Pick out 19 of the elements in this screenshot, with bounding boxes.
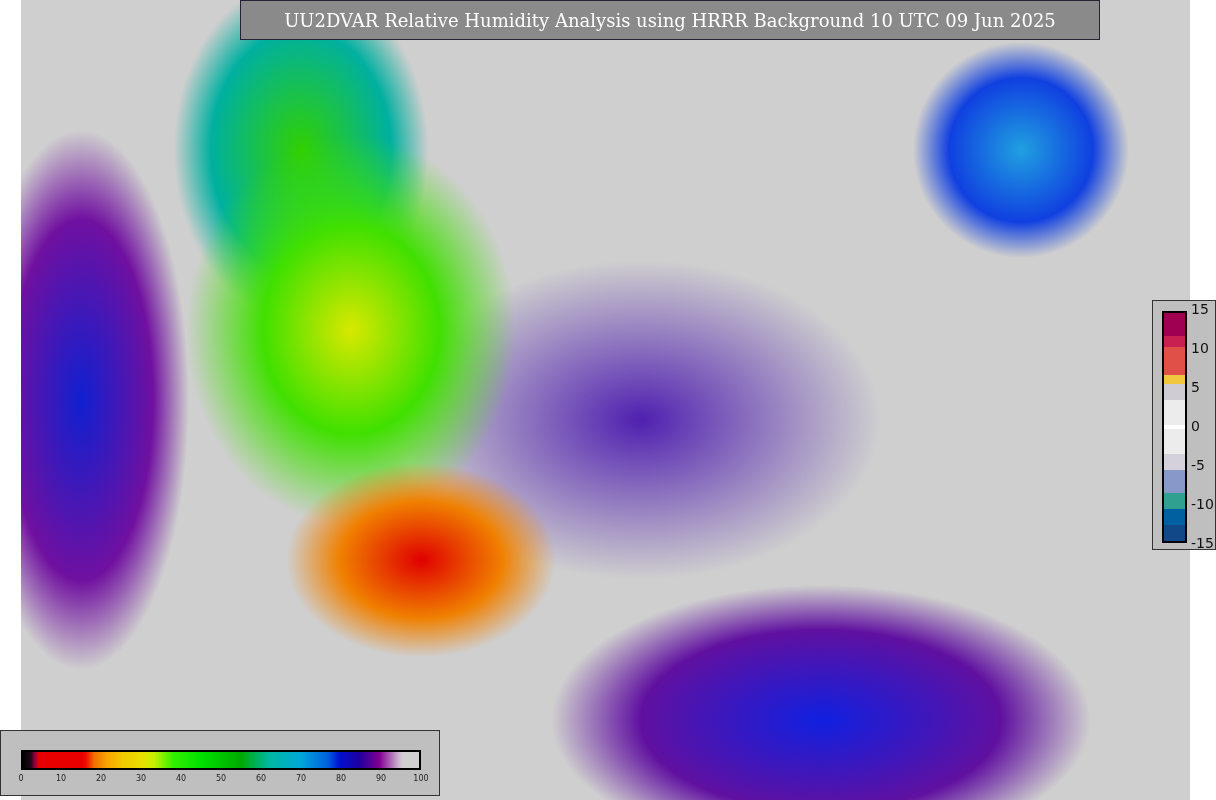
tick-label: 10 (54, 774, 68, 783)
tick-label: 15 (1191, 301, 1210, 317)
tick-label: -10 (1191, 496, 1214, 512)
tick-label: 70 (294, 774, 308, 783)
tick-label: 0 (1191, 418, 1201, 434)
tick-label: 50 (214, 774, 228, 783)
tick-label: 20 (94, 774, 108, 783)
tick-label: -5 (1191, 457, 1206, 473)
tick-label: 100 (412, 774, 430, 783)
tick-label: 80 (334, 774, 348, 783)
tick-label: 5 (1191, 379, 1201, 395)
map-title: UU2DVAR Relative Humidity Analysis using HRRR Background 10 UTC 09 Jun 2025 (240, 0, 1100, 40)
tick-label: 0 (17, 774, 25, 783)
tick-label: 30 (134, 774, 148, 783)
tick-label: 90 (374, 774, 388, 783)
tick-label: 40 (174, 774, 188, 783)
tick-label: 60 (254, 774, 268, 783)
tick-label: -15 (1191, 535, 1214, 551)
tick-label: 10 (1191, 340, 1210, 356)
